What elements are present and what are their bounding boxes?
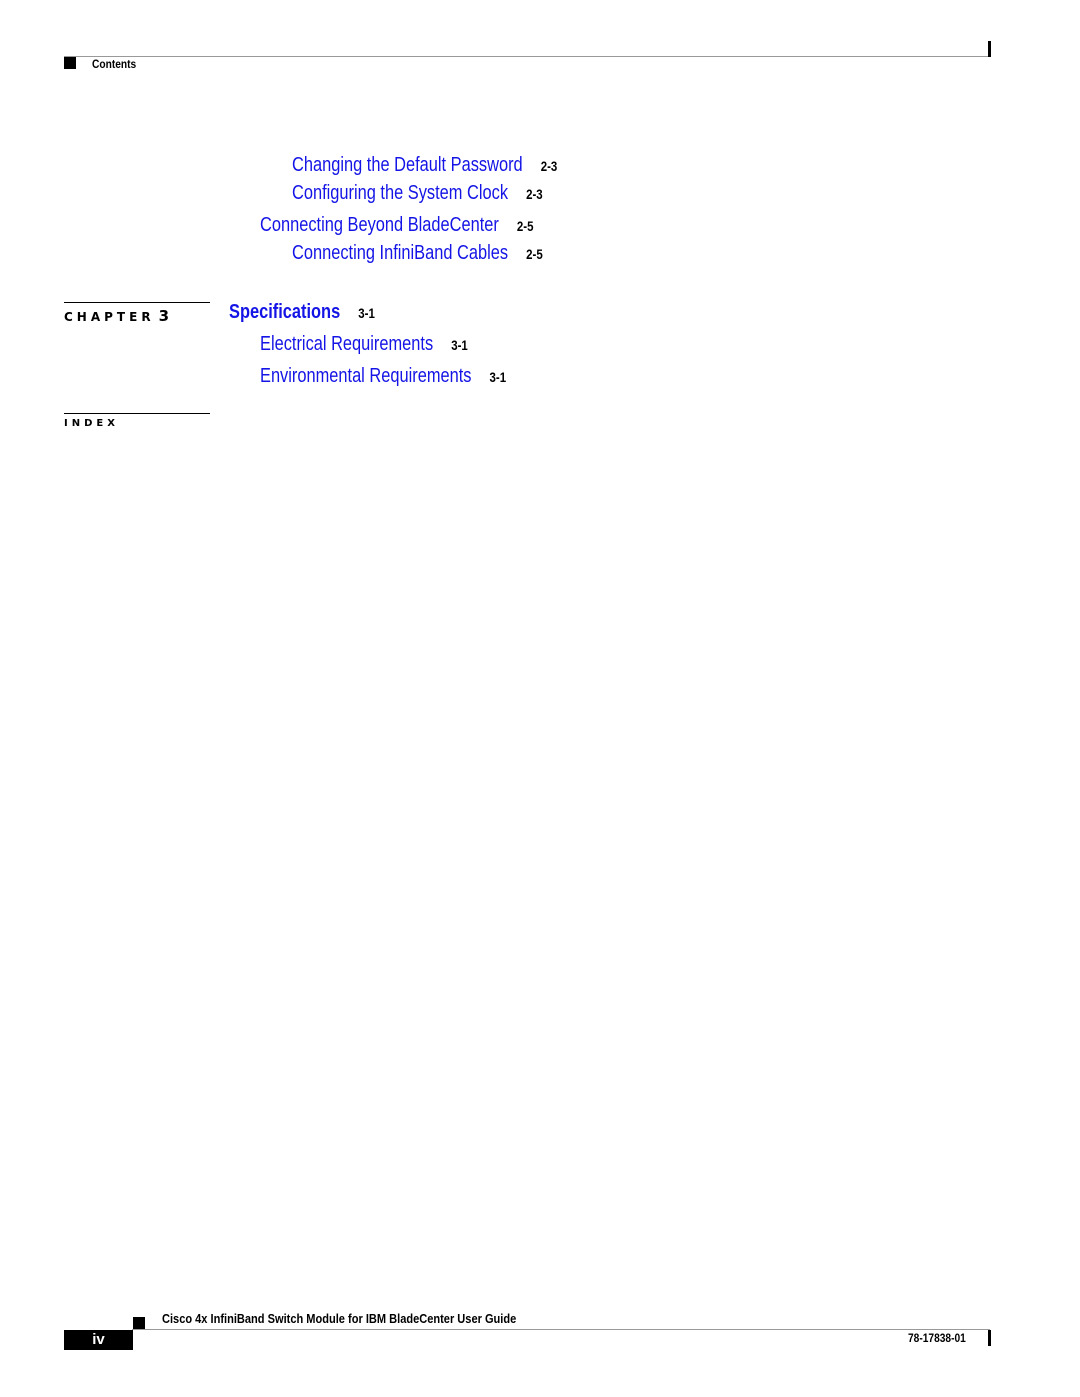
header-rule [64, 56, 990, 57]
toc-entry: Environmental Requirements 3-1 [260, 365, 506, 388]
toc-entry: Connecting Beyond BladeCenter 2-5 [260, 214, 534, 237]
footer-doc-number: 78-17838-01 [908, 1331, 966, 1345]
footer-change-bar [988, 1330, 991, 1346]
toc-link-changing-default-password[interactable]: Changing the Default Password [292, 154, 523, 176]
toc-entry: Changing the Default Password 2-3 [292, 154, 557, 177]
toc-entry: Connecting InfiniBand Cables 2-5 [292, 242, 543, 265]
toc-link-specifications[interactable]: Specifications [229, 301, 340, 323]
toc-link-configuring-system-clock[interactable]: Configuring the System Clock [292, 182, 508, 204]
index-label: INDEX [64, 418, 119, 429]
chapter-title-entry: Specifications 3-1 [229, 301, 375, 324]
toc-link-connecting-infiniband-cables[interactable]: Connecting InfiniBand Cables [292, 242, 508, 264]
header-marker [64, 57, 76, 69]
footer-guide-title: Cisco 4x InfiniBand Switch Module for IB… [162, 1311, 517, 1326]
chapter-word: CHAPTER [64, 310, 155, 324]
toc-page-number: 3-1 [451, 337, 468, 353]
chapter-label: CHAPTER 3 [64, 307, 169, 325]
footer-rule [132, 1329, 990, 1330]
chapter-number: 3 [158, 307, 169, 325]
toc-page-number: 2-5 [516, 218, 534, 234]
header-change-bar [988, 41, 991, 57]
toc-link-environmental-requirements[interactable]: Environmental Requirements [260, 365, 471, 387]
footer-page-number: iv [64, 1330, 133, 1350]
toc-page-number: 2-3 [526, 186, 543, 202]
toc-page-number: 2-5 [526, 246, 543, 262]
chapter-rule [64, 302, 210, 303]
index-rule [64, 413, 210, 414]
toc-link-connecting-beyond-bladecenter[interactable]: Connecting Beyond BladeCenter [260, 214, 499, 236]
toc-page-number: 3-1 [358, 305, 375, 321]
footer-marker [133, 1317, 145, 1329]
toc-link-electrical-requirements[interactable]: Electrical Requirements [260, 333, 433, 355]
toc-entry: Configuring the System Clock 2-3 [292, 182, 543, 205]
toc-entry: Electrical Requirements 3-1 [260, 333, 468, 356]
header-section-label: Contents [92, 57, 137, 71]
toc-page-number: 3-1 [489, 369, 507, 385]
toc-page-number: 2-3 [540, 158, 558, 174]
